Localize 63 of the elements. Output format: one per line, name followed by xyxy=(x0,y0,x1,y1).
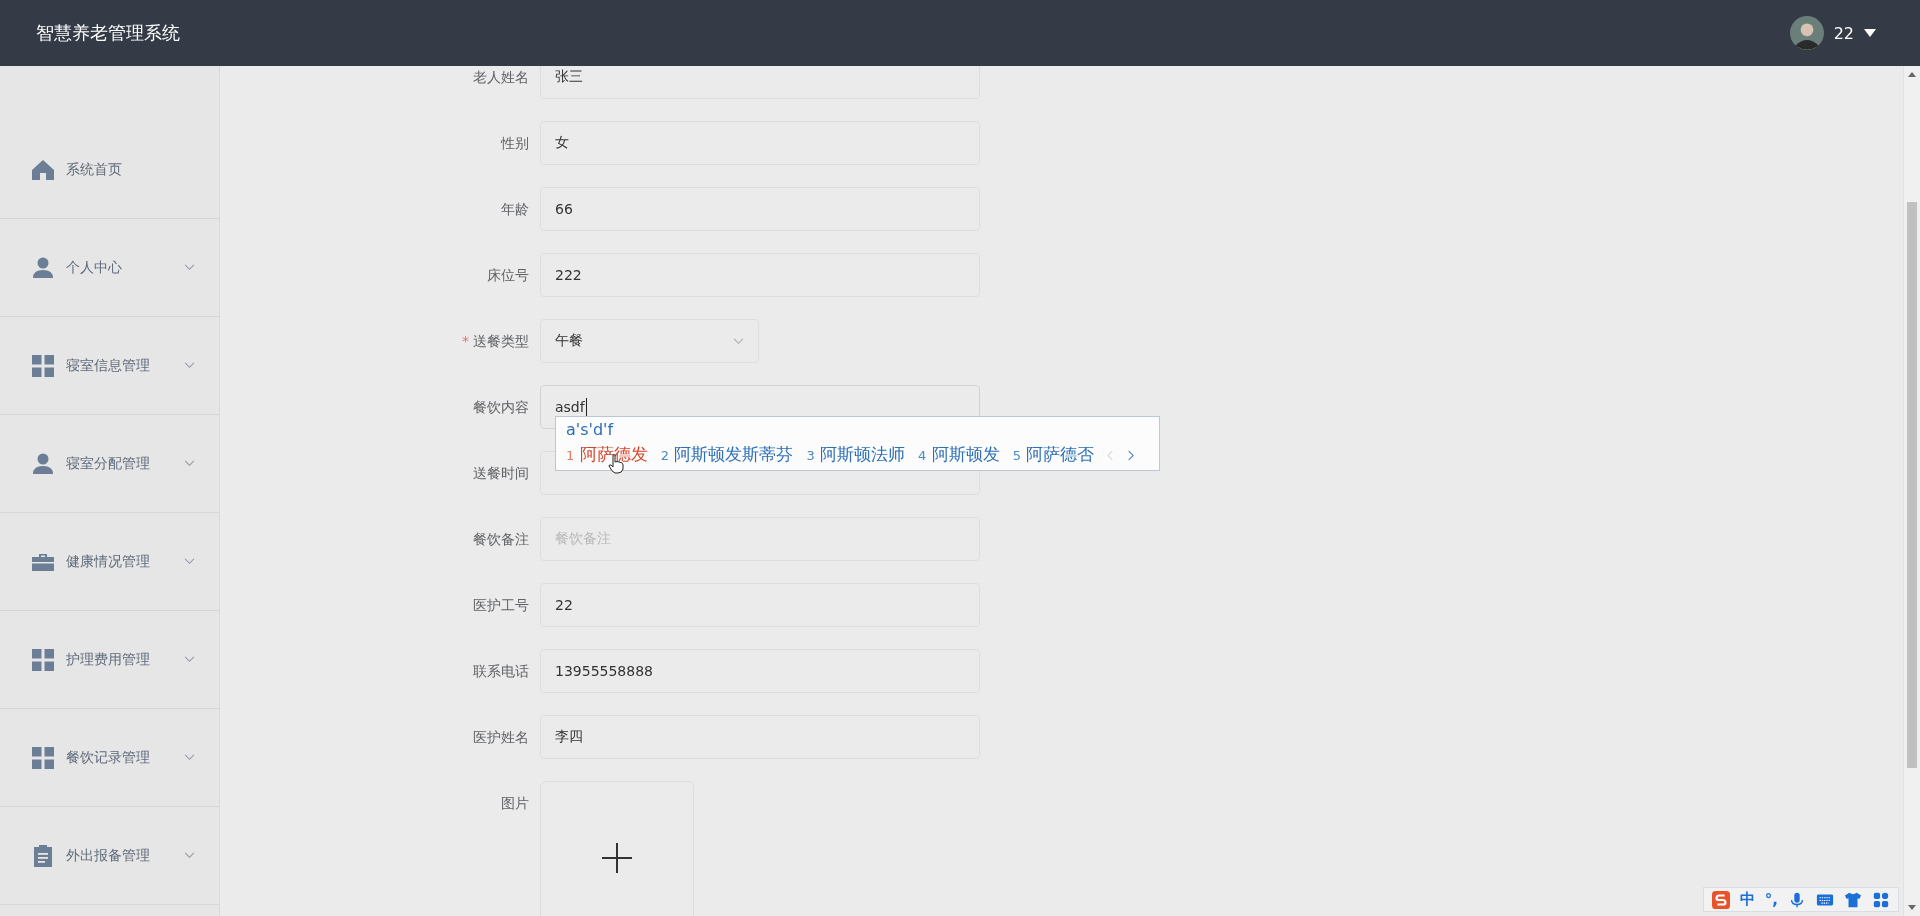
person-icon xyxy=(31,451,55,476)
sidebar-item[interactable]: 健康情况管理 xyxy=(0,513,219,611)
field-label: 年龄 xyxy=(500,200,530,219)
shirt-icon[interactable] xyxy=(1844,890,1862,909)
input-field[interactable]: 李四 xyxy=(540,715,980,759)
scrollbar[interactable] xyxy=(1903,66,1920,916)
chevron-down-icon xyxy=(184,460,195,467)
field-label: 医护姓名 xyxy=(472,728,530,747)
grid-icon[interactable] xyxy=(1872,890,1890,909)
chevron-down-icon xyxy=(184,264,195,271)
field-label: * 送餐类型 xyxy=(461,332,530,351)
punctuation-mode[interactable]: °, xyxy=(1764,890,1778,909)
field-label: 餐饮内容 xyxy=(472,398,530,417)
clipboard-icon xyxy=(31,843,55,868)
chevron-down-icon xyxy=(184,852,195,859)
grid-icon xyxy=(31,647,55,672)
home-icon xyxy=(31,157,55,182)
scroll-up-icon[interactable] xyxy=(1908,72,1916,77)
sidebar-item[interactable]: 寝室分配管理 xyxy=(0,415,219,513)
required-mark: * xyxy=(462,333,469,349)
ime-candidate[interactable]: 3 阿斯顿法师 xyxy=(806,441,906,469)
chevron-down-icon xyxy=(184,656,195,663)
grid-icon xyxy=(31,353,55,378)
chevron-right-icon[interactable] xyxy=(1127,449,1135,461)
select-field[interactable]: 午餐 xyxy=(540,319,759,363)
input-field[interactable]: 22 xyxy=(540,583,980,627)
field-label: 老人姓名 xyxy=(472,68,530,87)
ime-mode[interactable]: 中 xyxy=(1739,890,1755,909)
input-field[interactable]: 66 xyxy=(540,187,980,231)
input-field[interactable]: 222 xyxy=(540,253,980,297)
field-label: 医护工号 xyxy=(472,596,530,615)
field-label: 联系电话 xyxy=(472,662,530,681)
scroll-down-icon[interactable] xyxy=(1908,905,1916,910)
ime-candidate[interactable]: 4 阿斯顿发 xyxy=(918,441,1000,469)
field-label: 图片 xyxy=(500,794,530,813)
sidebar-item[interactable]: 外出报备管理 xyxy=(0,807,219,905)
user-name[interactable]: 22 xyxy=(1833,23,1854,43)
caret-icon[interactable] xyxy=(1864,29,1876,37)
app-title: 智慧养老管理系统 xyxy=(36,21,180,45)
chevron-down-icon xyxy=(184,558,195,565)
sidebar-item[interactable]: 个人中心 xyxy=(0,219,219,317)
field-label: 性别 xyxy=(499,134,530,153)
chevron-down-icon xyxy=(184,754,195,761)
ime-candidate[interactable]: 5 阿萨德否 xyxy=(1012,441,1095,469)
sidebar-item[interactable]: 餐饮记录管理 xyxy=(0,709,219,807)
avatar[interactable] xyxy=(1789,16,1824,50)
field-label: 床位号 xyxy=(486,266,530,285)
ime-candidate[interactable]: 2 阿斯顿发斯蒂芬 xyxy=(660,441,794,469)
grid-icon xyxy=(31,745,55,770)
field-label: 餐饮备注 xyxy=(472,530,530,549)
microphone-icon[interactable] xyxy=(1788,890,1806,909)
sidebar-item[interactable]: 寝室信息管理 xyxy=(0,317,219,415)
ime-logo-icon[interactable] xyxy=(1711,890,1730,909)
person-icon xyxy=(31,255,55,280)
sidebar-item[interactable]: 护理费用管理 xyxy=(0,611,219,709)
input-field[interactable]: 张三 xyxy=(540,66,980,99)
chevron-down-icon xyxy=(184,362,195,369)
sidebar-item[interactable]: 系统首页 xyxy=(0,121,219,219)
field-label: 送餐时间 xyxy=(472,464,530,483)
input-field[interactable]: 女 xyxy=(540,121,980,165)
plus-icon xyxy=(602,843,632,873)
ime-candidate[interactable]: 1 阿萨德发 xyxy=(566,441,648,469)
input-field[interactable]: 13955558888 xyxy=(540,649,980,693)
